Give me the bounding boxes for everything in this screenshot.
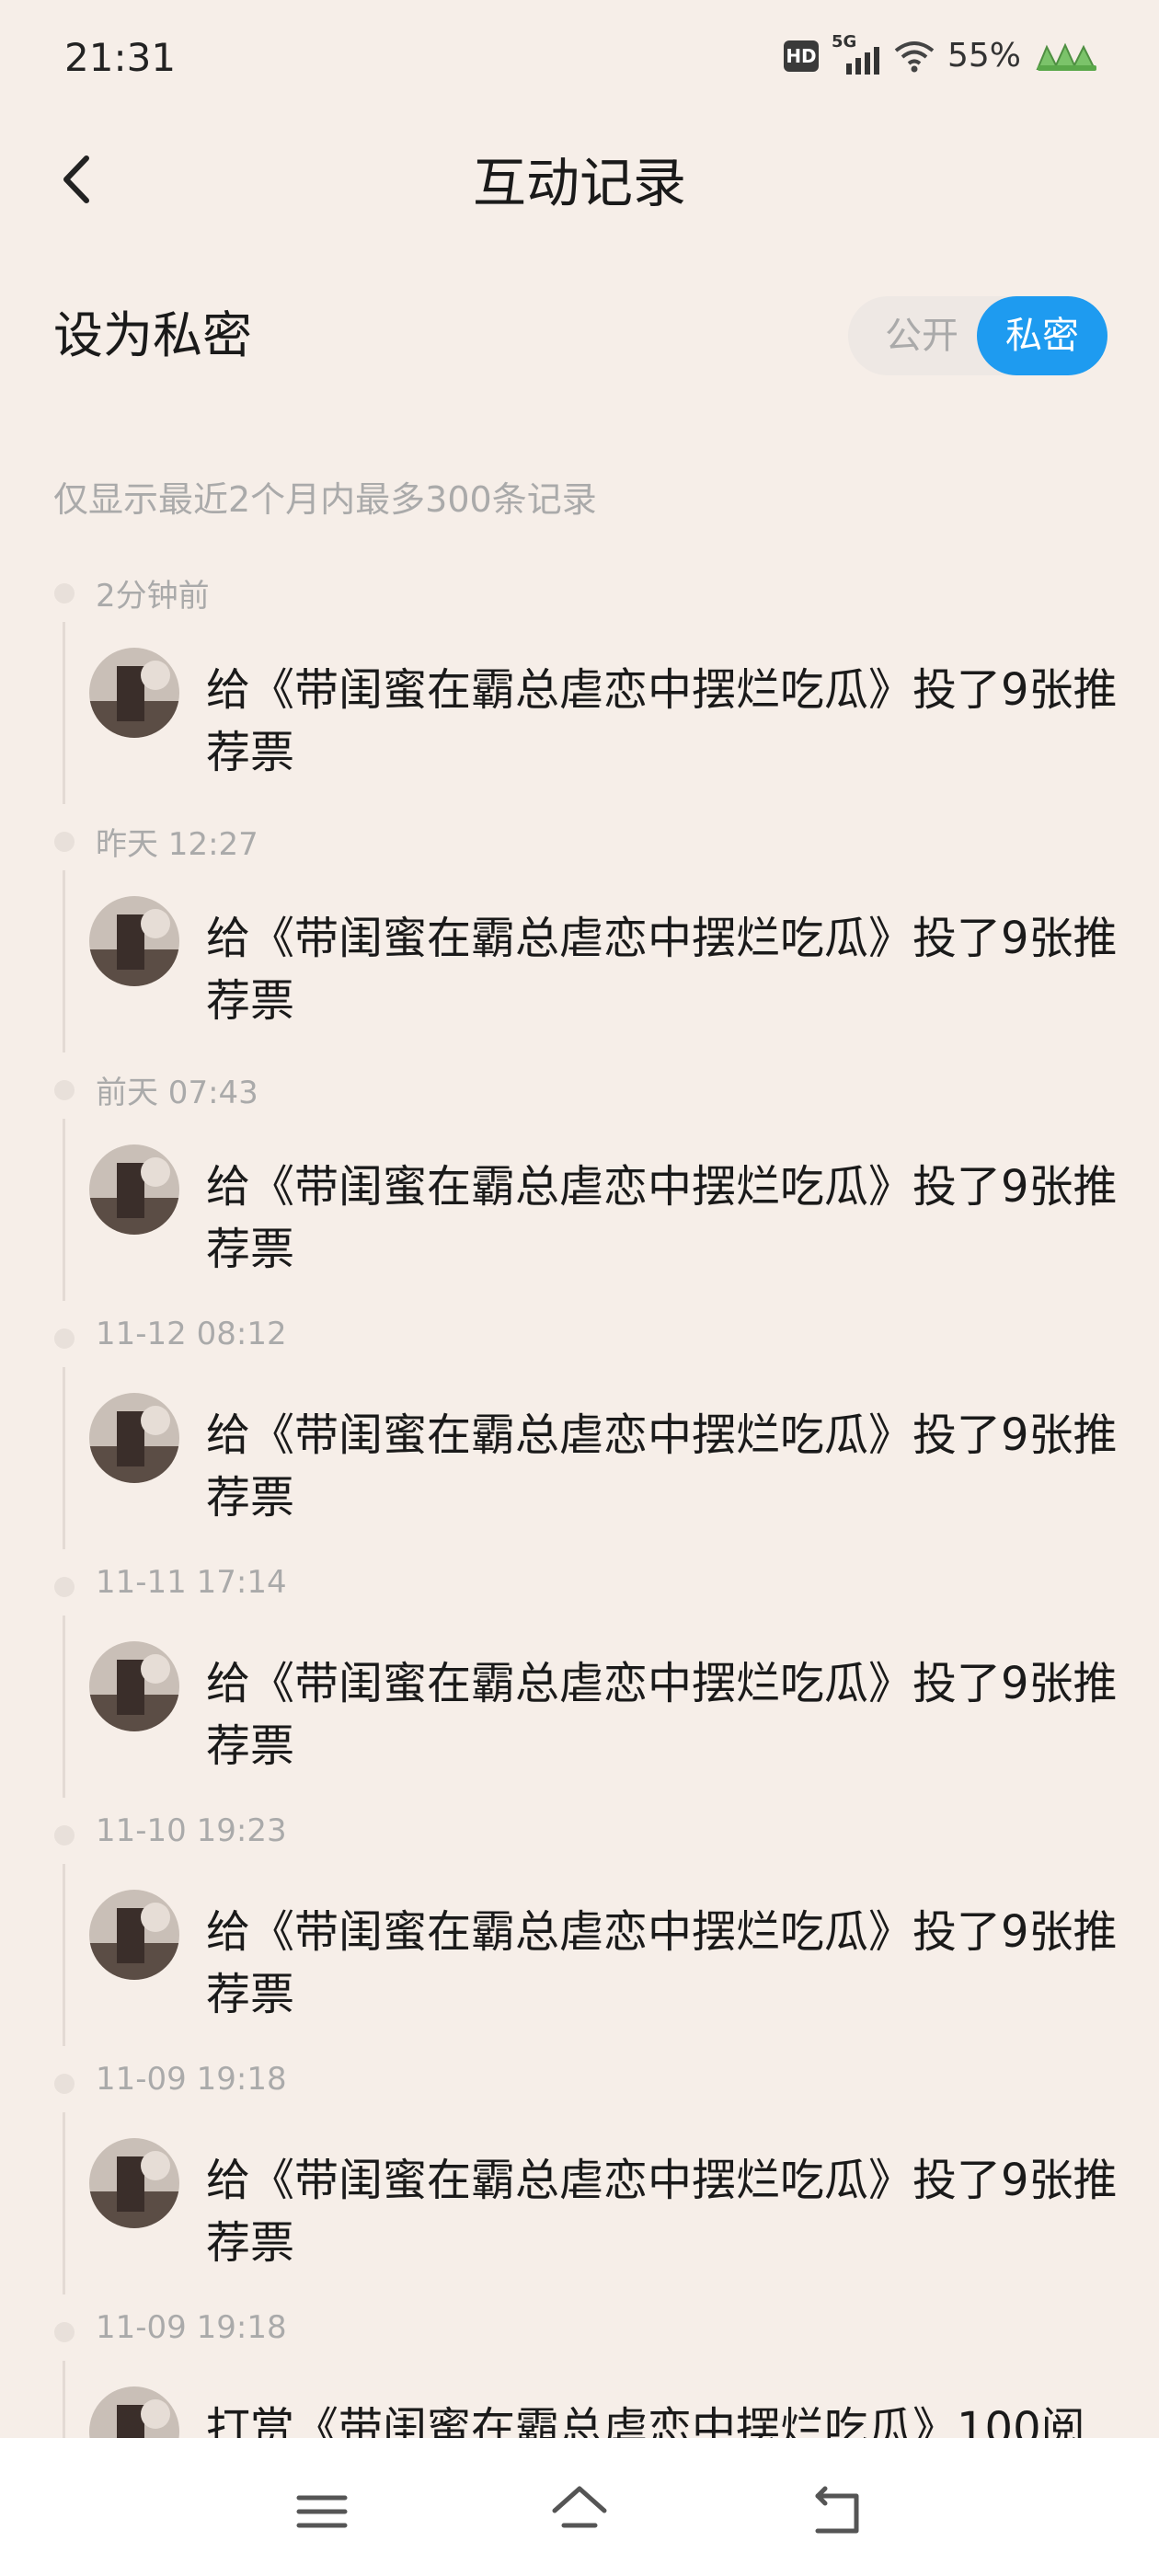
top-bar: 互动记录 <box>0 120 1159 239</box>
record-text: 打赏《带闺蜜在霸总虐恋中摆烂吃瓜》100阅 <box>206 2403 1085 2438</box>
avatar <box>89 1641 179 1731</box>
record-timeline: 2分钟前 给《带闺蜜在霸总虐恋中摆烂吃瓜》投了9张推荐票 昨天 12:27 给《… <box>0 570 1159 2438</box>
status-time: 21:31 <box>64 35 177 80</box>
return-icon[interactable] <box>805 2479 869 2544</box>
avatar <box>89 1393 179 1483</box>
record-item[interactable]: 11-12 08:12 给《带闺蜜在霸总虐恋中摆烂吃瓜》投了9张推荐票 <box>0 1316 1159 1564</box>
status-icons: HD 5G 55% <box>783 32 1104 75</box>
signal-icon: 5G <box>832 32 881 75</box>
wifi-icon <box>894 40 935 72</box>
timeline-dot <box>54 583 75 604</box>
timeline-dot <box>54 1080 75 1100</box>
record-text: 给《带闺蜜在霸总虐恋中摆烂吃瓜》投了9张推荐票 <box>206 2155 1118 2269</box>
record-item[interactable]: 前天 07:43 给《带闺蜜在霸总虐恋中摆烂吃瓜》投了9张推荐票 <box>0 1067 1159 1316</box>
record-item[interactable]: 11-09 19:18 打赏《带闺蜜在霸总虐恋中摆烂吃瓜》100阅 <box>0 2309 1159 2438</box>
timeline-line <box>63 1367 65 1549</box>
timeline-dot <box>54 2322 75 2342</box>
record-time: 11-11 17:14 <box>96 1564 287 1601</box>
privacy-setting-row: 设为私密 公开 私密 <box>0 276 1159 386</box>
hd-badge: HD <box>783 40 819 72</box>
timeline-dot <box>54 832 75 852</box>
record-time: 11-10 19:23 <box>96 1812 287 1849</box>
record-time: 2分钟前 <box>96 578 210 615</box>
record-text: 给《带闺蜜在霸总虐恋中摆烂吃瓜》投了9张推荐票 <box>206 664 1118 778</box>
avatar <box>89 1144 179 1235</box>
record-item[interactable]: 昨天 12:27 给《带闺蜜在霸总虐恋中摆烂吃瓜》投了9张推荐票 <box>0 819 1159 1067</box>
system-nav-bar <box>0 2438 1159 2576</box>
record-item[interactable]: 11-09 19:18 给《带闺蜜在霸总虐恋中摆烂吃瓜》投了9张推荐票 <box>0 2061 1159 2309</box>
timeline-dot <box>54 2074 75 2094</box>
record-time: 11-09 19:18 <box>96 2061 287 2098</box>
record-text: 给《带闺蜜在霸总虐恋中摆烂吃瓜》投了9张推荐票 <box>206 913 1118 1027</box>
battery-icon <box>1036 42 1096 71</box>
page-title: 互动记录 <box>472 152 686 214</box>
record-time: 11-12 08:12 <box>96 1316 287 1352</box>
timeline-dot <box>54 1577 75 1597</box>
record-text: 给《带闺蜜在霸总虐恋中摆烂吃瓜》投了9张推荐票 <box>206 1161 1118 1275</box>
record-text: 给《带闺蜜在霸总虐恋中摆烂吃瓜》投了9张推荐票 <box>206 1906 1118 2020</box>
timeline-line <box>63 2361 65 2438</box>
home-icon[interactable] <box>547 2479 612 2544</box>
record-text: 给《带闺蜜在霸总虐恋中摆烂吃瓜》投了9张推荐票 <box>206 1409 1118 1524</box>
timeline-line <box>63 1119 65 1301</box>
record-item[interactable]: 2分钟前 给《带闺蜜在霸总虐恋中摆烂吃瓜》投了9张推荐票 <box>0 570 1159 819</box>
menu-icon[interactable] <box>290 2479 354 2544</box>
record-time: 11-09 19:18 <box>96 2309 287 2346</box>
avatar <box>89 1890 179 1980</box>
avatar <box>89 2138 179 2228</box>
timeline-line <box>63 2112 65 2294</box>
timeline-line <box>63 622 65 804</box>
privacy-label: 设为私密 <box>53 306 252 364</box>
avatar <box>89 648 179 738</box>
toggle-public-option[interactable]: 公开 <box>866 296 977 375</box>
record-time: 昨天 12:27 <box>96 826 258 863</box>
timeline-line <box>63 1864 65 2046</box>
record-item[interactable]: 11-10 19:23 给《带闺蜜在霸总虐恋中摆烂吃瓜》投了9张推荐票 <box>0 1812 1159 2061</box>
record-time: 前天 07:43 <box>96 1075 258 1111</box>
status-bar: 21:31 HD 5G 55% <box>0 0 1159 120</box>
battery-percent: 55% <box>947 37 1021 75</box>
toggle-private-option[interactable]: 私密 <box>977 296 1107 375</box>
avatar <box>89 896 179 986</box>
privacy-toggle[interactable]: 公开 私密 <box>848 296 1107 375</box>
record-item[interactable]: 11-11 17:14 给《带闺蜜在霸总虐恋中摆烂吃瓜》投了9张推荐票 <box>0 1564 1159 1812</box>
avatar <box>89 2386 179 2438</box>
timeline-dot <box>54 1328 75 1349</box>
record-limit-notice: 仅显示最近2个月内最多300条记录 <box>53 479 597 520</box>
timeline-line <box>63 870 65 1052</box>
timeline-line <box>63 1616 65 1798</box>
timeline-dot <box>54 1825 75 1846</box>
record-text: 给《带闺蜜在霸总虐恋中摆烂吃瓜》投了9张推荐票 <box>206 1658 1118 1772</box>
